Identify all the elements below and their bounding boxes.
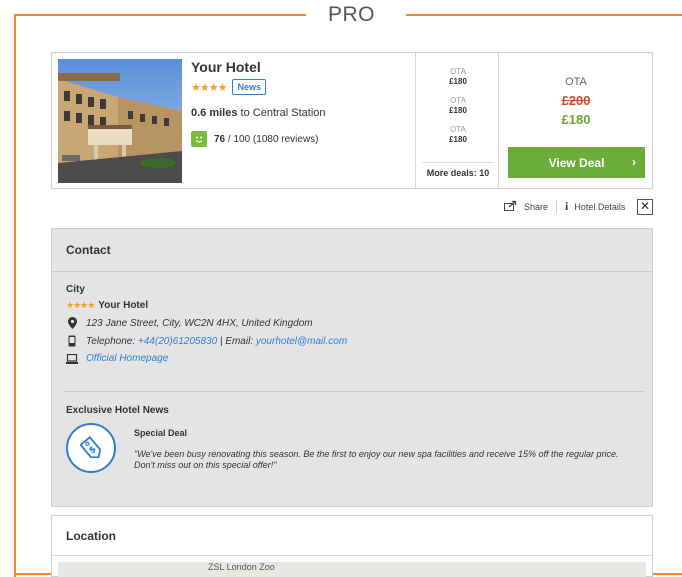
phone-icon (66, 335, 78, 347)
share-link[interactable]: Share (524, 202, 548, 212)
special-deal-title: Special Deal (134, 428, 188, 438)
special-deal-text: "We've been busy renovating this season.… (134, 449, 619, 470)
ota-label: OTA (450, 125, 466, 134)
official-homepage-link[interactable]: Official Homepage (86, 353, 168, 364)
divider (64, 391, 644, 392)
hotel-card: Your Hotel ★★★★ News 0.6 miles to Centra… (51, 52, 653, 189)
contact-hotel-name: Your Hotel (98, 300, 149, 311)
map-pin-icon (66, 317, 78, 329)
laptop-icon (66, 353, 78, 364)
card-actions: Share i Hotel Details (504, 199, 625, 214)
rating-reviews: / 100 (1080 reviews) (225, 133, 319, 145)
telephone-link[interactable]: +44(20)61205830 (138, 336, 217, 347)
address-text: 123 Jane Street, City, WC2N 4HX, United … (86, 317, 313, 329)
rating-score: 76 (214, 133, 226, 145)
news-badge[interactable]: News (232, 79, 266, 95)
contact-title: Contact (52, 229, 652, 272)
view-deal-button[interactable]: View Deal › (508, 147, 645, 178)
rating-row: 76 / 100 (1080 reviews) (191, 131, 411, 147)
view-deal-label: View Deal (548, 155, 605, 170)
smiley-icon (191, 131, 207, 147)
price-tag-icon: $ (66, 423, 116, 473)
old-price: £200 (561, 93, 591, 108)
ota-price: £180 (449, 135, 467, 144)
ota-label: OTA (450, 67, 466, 76)
ota-price: £180 (449, 77, 467, 86)
ota-entry[interactable]: OTA £180 (416, 125, 500, 145)
email-link[interactable]: yourhotel@mail.com (256, 336, 347, 347)
best-deal: OTA £200 £180 View Deal › (500, 53, 652, 188)
more-deals-link[interactable]: More deals: 10 (422, 162, 494, 178)
distance-text: 0.6 miles to Central Station (191, 107, 411, 119)
ota-price: £180 (449, 106, 467, 115)
deal-provider: OTA (565, 76, 587, 88)
city-label: City (66, 284, 85, 295)
news-title: Exclusive Hotel News (66, 405, 169, 416)
distance-label: to Central Station (237, 107, 326, 119)
map[interactable]: ZSL London Zoo (58, 562, 646, 577)
ota-entry[interactable]: OTA £180 (416, 96, 500, 116)
close-button[interactable]: ✕ (637, 199, 653, 215)
contact-panel: Contact City ★★★★ Your Hotel 123 Jane St… (51, 228, 653, 507)
info-icon[interactable]: i (565, 199, 568, 214)
ota-prices: OTA £180 OTA £180 OTA £180 More deals: 1… (415, 53, 499, 188)
hotel-stars: ★★★★ (191, 81, 227, 94)
page-title: PRO (328, 3, 376, 26)
chevron-right-icon: › (632, 155, 636, 169)
ota-entry[interactable]: OTA £180 (416, 67, 500, 87)
hotel-name[interactable]: Your Hotel (191, 59, 411, 75)
ota-label: OTA (450, 96, 466, 105)
new-price: £180 (561, 112, 591, 127)
map-label: ZSL London Zoo (208, 562, 275, 572)
contact-stars: ★★★★ (66, 300, 95, 310)
telephone-label: Telephone: (86, 335, 138, 347)
share-icon[interactable] (504, 200, 518, 213)
hotel-info: Your Hotel ★★★★ News 0.6 miles to Centra… (191, 59, 411, 147)
hotel-details-link[interactable]: Hotel Details (574, 202, 625, 212)
distance-value: 0.6 miles (191, 107, 238, 119)
location-panel: Location ZSL London Zoo (51, 515, 653, 577)
email-label: | Email: (217, 335, 256, 347)
hotel-photo[interactable] (58, 59, 182, 183)
divider (556, 200, 558, 213)
location-title: Location (52, 516, 652, 556)
